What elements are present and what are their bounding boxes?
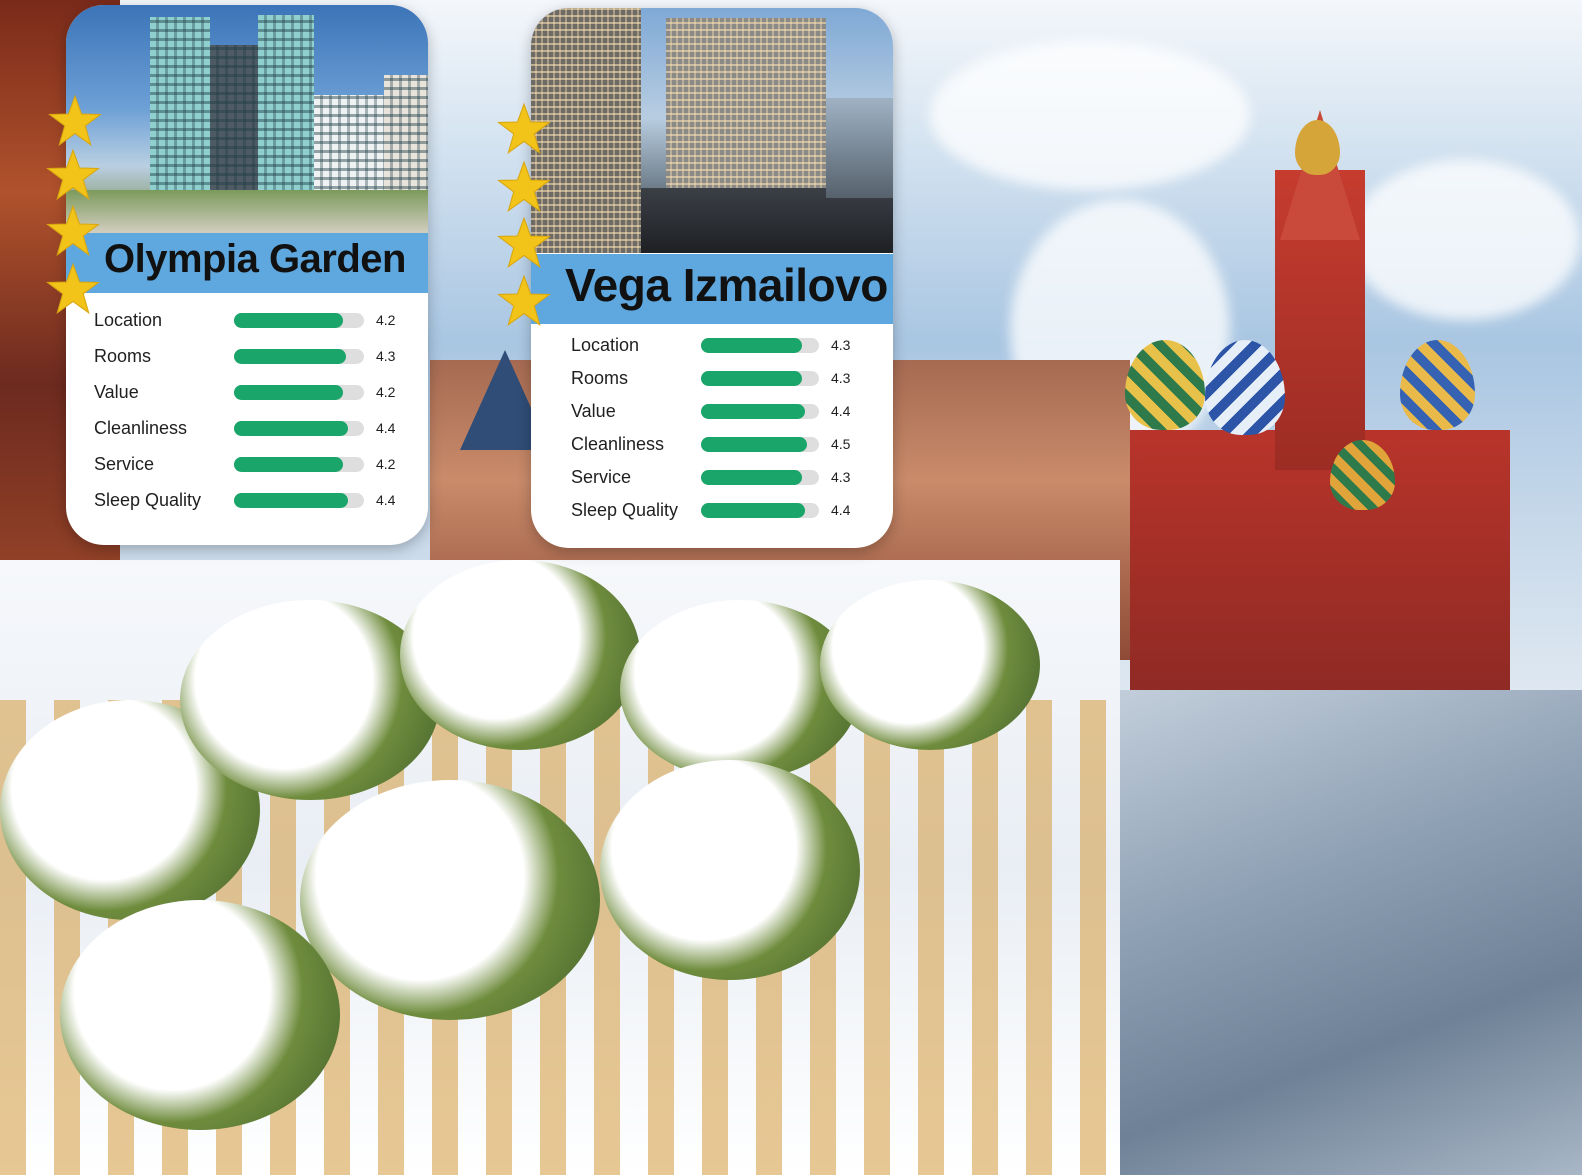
onion-dome (1125, 340, 1205, 430)
rating-value: 4.2 (376, 456, 396, 472)
star-icon (48, 94, 102, 148)
rating-bar-fill (234, 349, 346, 364)
rating-row: Cleanliness 4.4 (66, 413, 428, 443)
rating-bar-fill (701, 503, 805, 518)
rating-bar-fill (234, 313, 344, 328)
city-skyline (826, 98, 893, 198)
rating-row: Location 4.3 (531, 330, 893, 360)
rating-label: Rooms (571, 368, 629, 388)
hotel-card-vega-izmailovo: Vega Izmailovo Location 4.3 Rooms 4.3 Va… (531, 8, 893, 548)
rating-bar-fill (701, 404, 805, 419)
rating-value: 4.3 (831, 370, 851, 386)
rating-bar-track (701, 371, 819, 386)
rating-label: Rooms (94, 346, 152, 366)
rating-bar-fill (701, 470, 803, 485)
rating-label: Value (571, 401, 616, 421)
rating-label: Sleep Quality (94, 490, 202, 510)
snowy-tree (180, 600, 440, 800)
rating-bar-fill (234, 457, 344, 472)
cathedral (1110, 110, 1530, 690)
star-icon (46, 148, 100, 202)
rating-bar-track (234, 421, 364, 436)
cobblestone-square (1050, 690, 1582, 1175)
rating-value: 4.2 (376, 312, 396, 328)
rating-value: 4.4 (376, 420, 396, 436)
snowy-tree (400, 560, 640, 750)
rating-value: 4.5 (831, 436, 851, 452)
rating-bar-track (701, 503, 819, 518)
rating-bar-track (234, 349, 364, 364)
rating-label: Cleanliness (571, 434, 665, 454)
onion-dome (1205, 340, 1285, 435)
star-icon (497, 160, 551, 214)
rating-bar-fill (234, 493, 349, 508)
rating-row: Cleanliness 4.5 (531, 429, 893, 459)
rating-label: Location (94, 310, 163, 330)
rating-value: 4.4 (831, 403, 851, 419)
onion-dome (1295, 120, 1340, 175)
neighbor-building (314, 95, 384, 195)
star-icon (497, 274, 551, 328)
rating-value: 4.2 (376, 384, 396, 400)
rating-bar-fill (234, 421, 349, 436)
star-icon (497, 102, 551, 156)
rating-bar-track (234, 313, 364, 328)
rating-label: Service (94, 454, 155, 474)
rating-value: 4.3 (831, 337, 851, 353)
rating-row: Service 4.3 (531, 462, 893, 492)
hotel-name: Vega Izmailovo (565, 259, 888, 311)
rating-label: Value (94, 382, 139, 402)
onion-dome (1400, 340, 1475, 430)
rating-row: Sleep Quality 4.4 (531, 495, 893, 525)
snowy-tree (300, 780, 600, 1020)
rating-bar-fill (701, 371, 803, 386)
snowy-tree (820, 580, 1040, 750)
rating-row: Service 4.2 (66, 449, 428, 479)
rating-bar-track (234, 385, 364, 400)
star-icon (46, 204, 100, 258)
hotel-card-olympia-garden: Olympia Garden Location 4.2 Rooms 4.3 Va… (66, 5, 428, 545)
rating-bar-fill (701, 338, 803, 353)
star-icon (497, 216, 551, 270)
rating-value: 4.3 (831, 469, 851, 485)
snowy-tree (60, 900, 340, 1130)
rating-bar-track (701, 404, 819, 419)
rating-label: Service (571, 467, 632, 487)
rating-value: 4.4 (376, 492, 396, 508)
neighbor-building (384, 75, 428, 195)
rating-bar-fill (234, 385, 344, 400)
rating-label: Cleanliness (94, 418, 188, 438)
rating-bar-track (701, 437, 819, 452)
rating-bar-track (701, 470, 819, 485)
hotel-photo (531, 8, 893, 253)
rating-bar-track (701, 338, 819, 353)
rating-row: Value 4.4 (531, 396, 893, 426)
rating-value: 4.4 (831, 502, 851, 518)
hotel-photo (66, 5, 428, 235)
rating-row: Location 4.2 (66, 305, 428, 335)
hotel-grounds (66, 190, 428, 235)
rating-bar-track (234, 493, 364, 508)
hotel-name: Olympia Garden (104, 237, 406, 281)
rating-row: Sleep Quality 4.4 (66, 485, 428, 515)
rating-row: Rooms 4.3 (531, 363, 893, 393)
rating-row: Rooms 4.3 (66, 341, 428, 371)
star-icon (46, 262, 100, 316)
rating-label: Location (571, 335, 640, 355)
rating-row: Value 4.2 (66, 377, 428, 407)
snowy-tree (600, 760, 860, 980)
rating-value: 4.3 (376, 348, 396, 364)
rating-label: Sleep Quality (571, 500, 679, 520)
rating-bar-track (234, 457, 364, 472)
rating-bar-fill (701, 437, 808, 452)
